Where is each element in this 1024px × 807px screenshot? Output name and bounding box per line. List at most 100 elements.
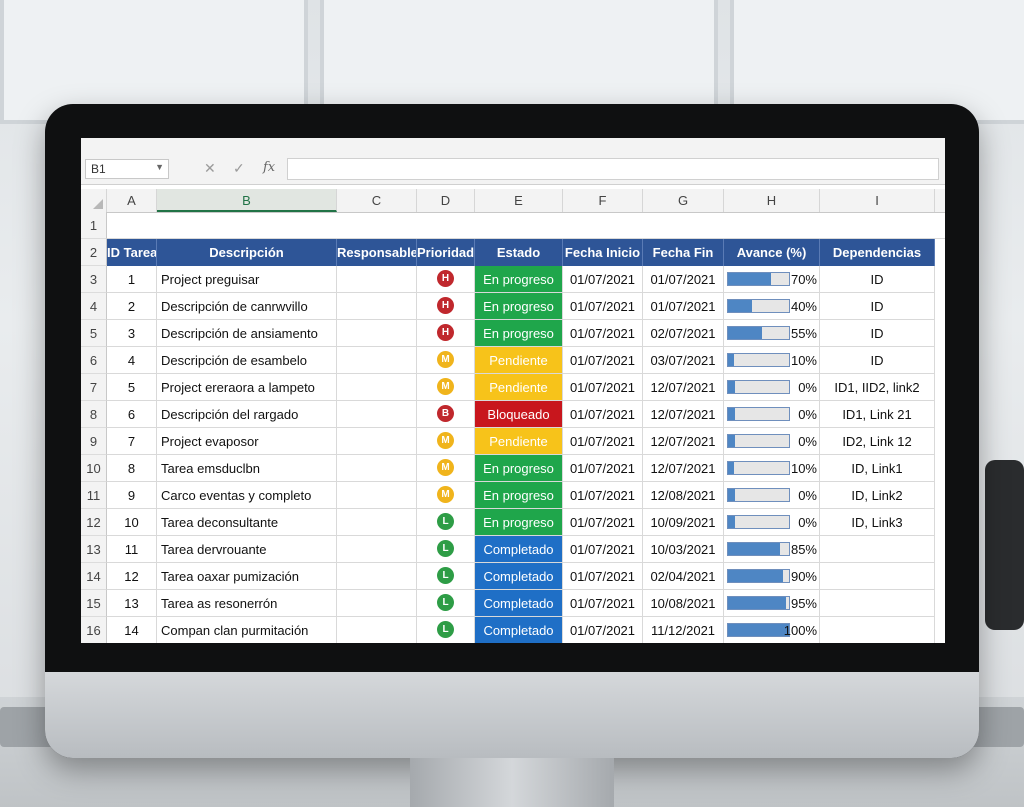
- cell-fecha-inicio[interactable]: 01/07/2021: [563, 401, 643, 428]
- cell-fecha-inicio[interactable]: 01/07/2021: [563, 374, 643, 401]
- cell-avance[interactable]: 40%: [724, 293, 820, 320]
- cell-estado[interactable]: Completado: [475, 617, 563, 643]
- cell-estado[interactable]: Pendiente: [475, 374, 563, 401]
- cell-fecha-fin[interactable]: 02/04/2021: [643, 563, 724, 590]
- column-header-i[interactable]: I: [820, 189, 935, 212]
- cell-fecha-fin[interactable]: 12/08/2021: [643, 482, 724, 509]
- row-header-8[interactable]: 8: [81, 401, 107, 428]
- cell-avance[interactable]: 0%: [724, 482, 820, 509]
- cell-prioridad[interactable]: B: [417, 401, 475, 428]
- cell-dependencias[interactable]: [820, 590, 935, 617]
- cell-estado[interactable]: Pendiente: [475, 347, 563, 374]
- cell-dependencias[interactable]: ID: [820, 347, 935, 374]
- cell-prioridad[interactable]: L: [417, 509, 475, 536]
- cell-dependencias[interactable]: [820, 563, 935, 590]
- cell-fecha-inicio[interactable]: 01/07/2021: [563, 266, 643, 293]
- cell-descripcion[interactable]: Descripción de esambelo: [157, 347, 337, 374]
- cell-descripcion[interactable]: Tarea as resonerrón: [157, 590, 337, 617]
- table-header-cell[interactable]: Fecha Inicio: [563, 239, 643, 266]
- cell-avance[interactable]: 0%: [724, 374, 820, 401]
- close-icon[interactable]: ✕: [204, 160, 216, 177]
- column-header-h[interactable]: H: [724, 189, 820, 212]
- cell-dependencias[interactable]: ID1, Link 21: [820, 401, 935, 428]
- cell-estado[interactable]: Bloqueado: [475, 401, 563, 428]
- column-header-e[interactable]: E: [475, 189, 563, 212]
- cell-prioridad[interactable]: M: [417, 455, 475, 482]
- cell-id-tarea[interactable]: 1: [107, 266, 157, 293]
- cell-avance[interactable]: 10%: [724, 455, 820, 482]
- chevron-down-icon[interactable]: ▼: [155, 162, 164, 172]
- cell-fecha-inicio[interactable]: 01/07/2021: [563, 347, 643, 374]
- cell-avance[interactable]: 10%: [724, 347, 820, 374]
- cell-avance[interactable]: 95%: [724, 590, 820, 617]
- table-header-cell[interactable]: Fecha Fin: [643, 239, 724, 266]
- check-icon[interactable]: ✓: [233, 160, 245, 177]
- cell-fecha-fin[interactable]: 12/07/2021: [643, 428, 724, 455]
- cell-avance[interactable]: 90%: [724, 563, 820, 590]
- cell-id-tarea[interactable]: 6: [107, 401, 157, 428]
- cell-fecha-inicio[interactable]: 01/07/2021: [563, 482, 643, 509]
- table-header-cell[interactable]: ID Tarea: [107, 239, 157, 266]
- cell-id-tarea[interactable]: 10: [107, 509, 157, 536]
- row-header-13[interactable]: 13: [81, 536, 107, 563]
- cell-descripcion[interactable]: Tarea emsduclbn: [157, 455, 337, 482]
- cell-fecha-inicio[interactable]: 01/07/2021: [563, 293, 643, 320]
- cell-fecha-fin[interactable]: 02/07/2021: [643, 320, 724, 347]
- cell-prioridad[interactable]: H: [417, 320, 475, 347]
- cell-fecha-fin[interactable]: 01/07/2021: [643, 266, 724, 293]
- cell-responsable[interactable]: [337, 374, 417, 401]
- cell-fecha-fin[interactable]: 01/07/2021: [643, 293, 724, 320]
- row-header-6[interactable]: 6: [81, 347, 107, 374]
- cell-avance[interactable]: 70%: [724, 266, 820, 293]
- function-icon[interactable]: fx: [263, 160, 275, 175]
- cell-fecha-inicio[interactable]: 01/07/2021: [563, 563, 643, 590]
- column-header-g[interactable]: G: [643, 189, 724, 212]
- name-box[interactable]: B1 ▼: [85, 159, 169, 179]
- cell-estado[interactable]: En progreso: [475, 266, 563, 293]
- cell-dependencias[interactable]: ID, Link1: [820, 455, 935, 482]
- cell-fecha-inicio[interactable]: 01/07/2021: [563, 590, 643, 617]
- cell-dependencias[interactable]: ID, Link2: [820, 482, 935, 509]
- cell-id-tarea[interactable]: 11: [107, 536, 157, 563]
- cell-id-tarea[interactable]: 9: [107, 482, 157, 509]
- cell-prioridad[interactable]: H: [417, 266, 475, 293]
- cell-fecha-fin[interactable]: 10/09/2021: [643, 509, 724, 536]
- cell-avance[interactable]: 85%: [724, 536, 820, 563]
- column-header-a[interactable]: A: [107, 189, 157, 212]
- cell-responsable[interactable]: [337, 617, 417, 643]
- cell-estado[interactable]: En progreso: [475, 455, 563, 482]
- select-all-corner[interactable]: [81, 189, 107, 212]
- cell-fecha-fin[interactable]: 12/07/2021: [643, 401, 724, 428]
- cell-id-tarea[interactable]: 3: [107, 320, 157, 347]
- cell-dependencias[interactable]: ID: [820, 293, 935, 320]
- cell-descripcion[interactable]: Project ereraora a lampeto: [157, 374, 337, 401]
- row-header-9[interactable]: 9: [81, 428, 107, 455]
- cell-estado[interactable]: En progreso: [475, 509, 563, 536]
- row-header-10[interactable]: 10: [81, 455, 107, 482]
- table-header-cell[interactable]: Avance (%): [724, 239, 820, 266]
- cell-avance[interactable]: 0%: [724, 428, 820, 455]
- cell-descripcion[interactable]: Compan clan purmitación: [157, 617, 337, 643]
- cell-fecha-fin[interactable]: 12/07/2021: [643, 374, 724, 401]
- cell-estado[interactable]: En progreso: [475, 293, 563, 320]
- cell-estado[interactable]: En progreso: [475, 482, 563, 509]
- cell-responsable[interactable]: [337, 590, 417, 617]
- row-header-4[interactable]: 4: [81, 293, 107, 320]
- cell-responsable[interactable]: [337, 509, 417, 536]
- cell-estado[interactable]: Completado: [475, 590, 563, 617]
- cell-prioridad[interactable]: M: [417, 374, 475, 401]
- cell-descripcion[interactable]: Tarea dervrouante: [157, 536, 337, 563]
- column-header-c[interactable]: C: [337, 189, 417, 212]
- row-header-16[interactable]: 16: [81, 617, 107, 643]
- cell-prioridad[interactable]: L: [417, 617, 475, 643]
- cell-fecha-fin[interactable]: 12/07/2021: [643, 455, 724, 482]
- cell-fecha-inicio[interactable]: 01/07/2021: [563, 617, 643, 643]
- row-header-7[interactable]: 7: [81, 374, 107, 401]
- cell-id-tarea[interactable]: 4: [107, 347, 157, 374]
- cell-responsable[interactable]: [337, 428, 417, 455]
- cell-fecha-inicio[interactable]: 01/07/2021: [563, 536, 643, 563]
- cell-descripcion[interactable]: Descripción de canrwvillo: [157, 293, 337, 320]
- cell-id-tarea[interactable]: 2: [107, 293, 157, 320]
- cell-responsable[interactable]: [337, 536, 417, 563]
- table-header-cell[interactable]: Prioridad: [417, 239, 475, 266]
